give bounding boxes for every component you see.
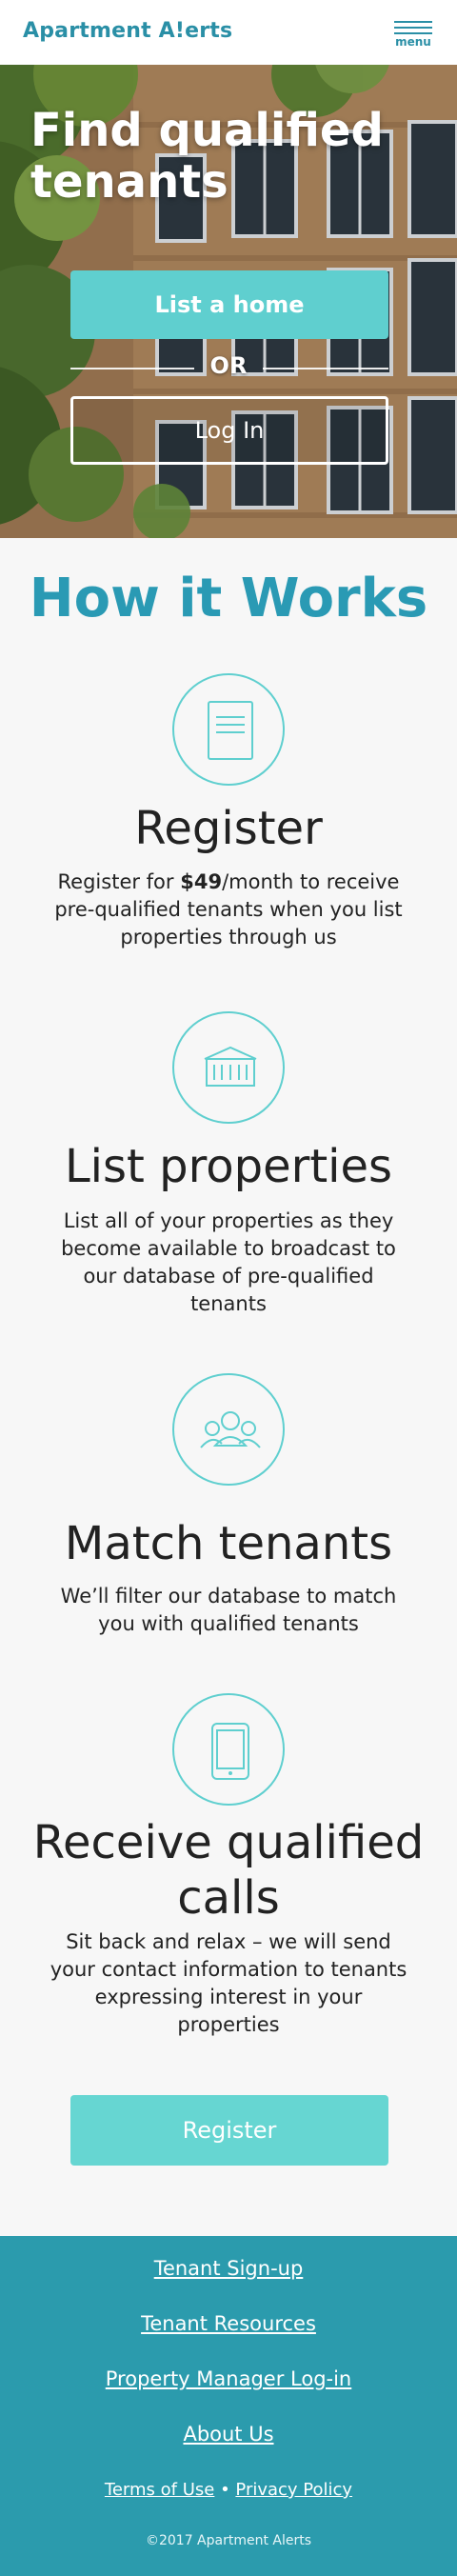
brand-logo[interactable]: Apartment A!erts bbox=[23, 19, 232, 43]
step-register-description: Register for $49/month to receive pre-qu… bbox=[48, 869, 409, 951]
footer-link-tenant-resources[interactable]: Tenant Resources bbox=[0, 2312, 457, 2335]
hero-title: Find qualified tenants bbox=[30, 104, 384, 209]
login-button[interactable]: Log In bbox=[70, 396, 388, 465]
hamburger-icon bbox=[394, 21, 432, 23]
step-register-title: Register bbox=[134, 802, 323, 855]
step-register-desc-text: Register for bbox=[57, 870, 181, 893]
hero-section: Find qualified tenants List a home OR Lo… bbox=[0, 65, 457, 538]
divider-left bbox=[70, 368, 194, 369]
legal-separator: • bbox=[214, 2480, 236, 2500]
step-receive-calls-description: Sit back and relax – we will send your c… bbox=[50, 1930, 407, 2036]
list-a-home-button[interactable]: List a home bbox=[70, 270, 388, 339]
footer-link-tenant-signup[interactable]: Tenant Sign-up bbox=[0, 2257, 457, 2280]
privacy-policy-link[interactable]: Privacy Policy bbox=[235, 2480, 352, 2500]
site-footer bbox=[0, 2236, 457, 2576]
hamburger-icon-bar bbox=[394, 27, 432, 29]
people-icon bbox=[172, 1373, 285, 1486]
footer-link-about-us[interactable]: About Us bbox=[0, 2423, 457, 2446]
menu-label: menu bbox=[395, 35, 431, 49]
hamburger-icon-bar bbox=[394, 32, 432, 34]
price: $49 bbox=[180, 870, 223, 893]
terms-of-use-link[interactable]: Terms of Use bbox=[105, 2480, 214, 2500]
step-list-properties-title: List properties bbox=[64, 1140, 393, 1193]
building-icon bbox=[172, 1011, 285, 1124]
footer-legal-links: Terms of Use • Privacy Policy bbox=[0, 2480, 457, 2500]
footer-link-property-manager-login[interactable]: Property Manager Log-in bbox=[0, 2367, 457, 2390]
copyright-notice: ©2017 Apartment Alerts bbox=[145, 2533, 312, 2548]
menu-button[interactable]: menu bbox=[392, 19, 434, 50]
register-button[interactable]: Register bbox=[70, 2095, 388, 2166]
how-it-works-title: How it Works bbox=[29, 568, 428, 629]
divider-right bbox=[263, 368, 388, 369]
phone-icon bbox=[172, 1693, 285, 1806]
document-icon bbox=[172, 673, 285, 786]
step-match-tenants-title: Match tenants bbox=[64, 1517, 393, 1570]
site-header: Apartment A!erts menu bbox=[0, 0, 457, 65]
step-match-tenants-description: We’ll filter our database to match you w… bbox=[60, 1585, 397, 1635]
step-receive-calls-title: Receive qualified calls bbox=[32, 1816, 425, 1925]
step-list-properties-description: List all of your properties as they beco… bbox=[61, 1209, 396, 1315]
or-separator: OR bbox=[209, 352, 248, 379]
